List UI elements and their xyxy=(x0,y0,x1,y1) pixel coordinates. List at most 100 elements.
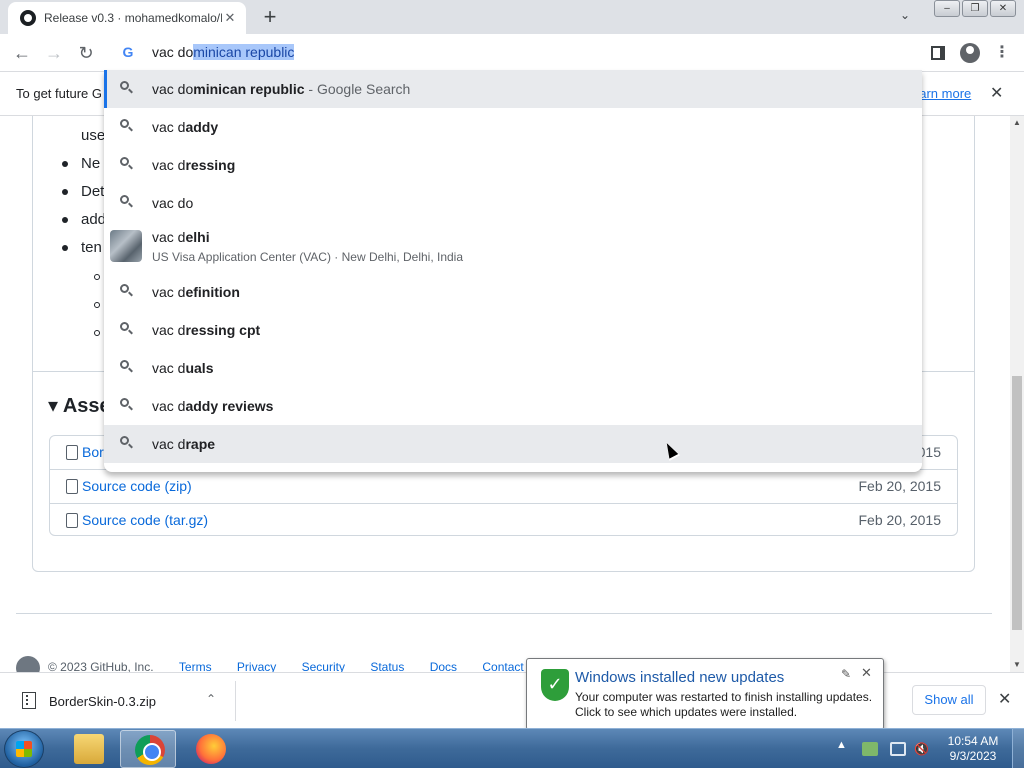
profile-icon xyxy=(960,43,980,63)
side-panel-icon xyxy=(931,46,945,60)
info-bar-close-icon[interactable]: ✕ xyxy=(990,83,1003,103)
asset-row[interactable]: Source code (zip) Feb 20, 2015 xyxy=(50,469,957,503)
suggestion-item[interactable]: vac duals xyxy=(104,349,922,387)
suggestion-item[interactable]: vac dominican republic - Google Search xyxy=(104,70,922,108)
google-g-icon: G xyxy=(122,44,134,60)
close-shelf-icon[interactable]: ✕ xyxy=(998,689,1011,709)
notification-title: Windows installed new updates xyxy=(575,669,785,686)
windows-start-icon[interactable] xyxy=(4,730,44,768)
profile-button[interactable] xyxy=(958,41,982,65)
windows-update-notification[interactable]: ✓ Windows installed new updates Your com… xyxy=(526,658,884,730)
footer-link-docs[interactable]: Docs xyxy=(430,660,457,672)
list-item: add xyxy=(62,211,106,228)
asset-date: Feb 20, 2015 xyxy=(858,512,941,528)
sub-bullet xyxy=(94,295,100,312)
footer-link-security[interactable]: Security xyxy=(302,660,345,672)
suggestion-item[interactable]: vac daddy xyxy=(104,108,922,146)
suggestion-text: vac duals xyxy=(152,360,214,376)
suggestion-text: vac drape xyxy=(152,436,216,452)
bullet xyxy=(62,161,68,168)
volume-muted-icon[interactable]: 🔇 xyxy=(914,742,930,756)
omnibox-typed-text: vac do xyxy=(152,44,194,60)
github-logo-icon xyxy=(16,656,40,672)
taskbar-firefox[interactable] xyxy=(182,730,238,768)
tab-search-button[interactable]: ⌄ xyxy=(896,8,914,26)
asset-row[interactable]: Source code (tar.gz) Feb 20, 2015 xyxy=(50,503,957,537)
search-icon xyxy=(120,436,134,450)
show-desktop-button[interactable] xyxy=(1012,729,1024,768)
tab-release[interactable]: Release v0.3 · mohamedkomalo/BorderSkin … xyxy=(8,2,246,34)
suggestion-item-entity[interactable]: vac delhi US Visa Application Center (VA… xyxy=(104,222,922,273)
suggestion-item[interactable]: vac definition xyxy=(104,273,922,311)
windows-update-tray-icon[interactable] xyxy=(862,742,878,756)
back-icon[interactable]: ← xyxy=(10,41,34,65)
list-item: Det xyxy=(62,183,104,200)
suggestion-item[interactable]: vac dressing xyxy=(104,146,922,184)
window-controls: – ❐ ✕ xyxy=(934,0,1016,17)
network-icon[interactable] xyxy=(890,742,906,756)
vertical-scrollbar[interactable]: ▲ ▼ xyxy=(1010,116,1024,672)
omnibox[interactable]: G vac dominican republic xyxy=(104,34,922,70)
copyright: © 2023 GitHub, Inc. xyxy=(48,660,154,672)
close-window-button[interactable]: ✕ xyxy=(990,0,1016,17)
suggestion-item[interactable]: vac drape xyxy=(104,425,922,463)
minimize-button[interactable]: – xyxy=(934,0,960,17)
side-panel-button[interactable] xyxy=(926,41,950,65)
scroll-up-icon[interactable]: ▲ xyxy=(1010,116,1024,130)
suggestion-text: vac daddy reviews xyxy=(152,398,274,414)
suggestion-description: US Visa Application Center (VAC) · New D… xyxy=(152,250,464,264)
suggestion-text: vac delhi xyxy=(152,229,210,245)
show-all-button[interactable]: Show all xyxy=(912,685,986,715)
tray-expand-icon[interactable]: ▲ xyxy=(836,739,847,751)
sub-bullet xyxy=(94,323,100,340)
zip-file-icon xyxy=(22,692,36,709)
scrollbar-thumb[interactable] xyxy=(1012,376,1022,630)
suggestion-item[interactable]: vac dressing cpt xyxy=(104,311,922,349)
clock-time: 10:54 AM xyxy=(947,734,999,748)
chrome-icon xyxy=(135,735,165,765)
asset-link[interactable]: Source code (zip) xyxy=(82,478,192,494)
taskbar-explorer[interactable] xyxy=(60,730,116,768)
download-file-name: BorderSkin-0.3.zip xyxy=(49,694,156,709)
download-item[interactable]: BorderSkin-0.3.zip ⌃ xyxy=(8,681,236,721)
scroll-down-icon[interactable]: ▼ xyxy=(1010,658,1024,672)
tab-close-button[interactable]: ✕ xyxy=(222,10,238,26)
tab-title: Release v0.3 · mohamedkomalo/BorderSkin xyxy=(44,11,222,25)
list-item-text: Ne xyxy=(81,155,101,172)
bullet xyxy=(62,245,68,252)
zip-file-icon xyxy=(66,479,78,494)
sub-bullet xyxy=(94,267,100,284)
asset-name[interactable]: Bor xyxy=(82,444,104,460)
notification-body: Your computer was restarted to finish in… xyxy=(575,690,873,719)
assets-heading[interactable]: ▾ Asse xyxy=(48,393,111,418)
asset-link[interactable]: Source code (tar.gz) xyxy=(82,512,208,528)
chevron-up-icon[interactable]: ⌃ xyxy=(206,692,216,706)
browser-toolbar: ← → ↻ G vac dominican republic ⋮ xyxy=(0,34,1024,72)
github-icon xyxy=(20,10,36,26)
search-icon xyxy=(120,284,134,298)
clock-date: 9/3/2023 xyxy=(949,749,997,763)
new-tab-button[interactable]: + xyxy=(258,6,282,30)
suggestion-item[interactable]: vac daddy reviews xyxy=(104,387,922,425)
suggestion-item[interactable]: vac do xyxy=(104,184,922,222)
shield-check-icon: ✓ xyxy=(541,669,569,701)
search-icon xyxy=(120,81,134,95)
suggestion-text: vac dominican republic - Google Search xyxy=(152,81,411,97)
system-clock[interactable]: 10:54 AM 9/3/2023 xyxy=(940,734,1006,764)
pin-icon[interactable]: ✎ xyxy=(841,667,851,681)
maximize-button[interactable]: ❐ xyxy=(962,0,988,17)
footer-link-terms[interactable]: Terms xyxy=(179,660,212,672)
suggestion-text: vac dressing xyxy=(152,157,236,173)
asset-date: Feb 20, 2015 xyxy=(858,478,941,494)
search-icon xyxy=(120,360,134,374)
forward-icon[interactable]: → xyxy=(42,41,66,65)
taskbar-chrome[interactable] xyxy=(120,730,176,768)
omnibox-input[interactable]: vac dominican republic xyxy=(152,44,295,60)
search-icon xyxy=(120,322,134,336)
reload-icon[interactable]: ↻ xyxy=(74,41,98,65)
menu-icon[interactable]: ⋮ xyxy=(990,41,1014,65)
tab-strip: Release v0.3 · mohamedkomalo/BorderSkin … xyxy=(0,0,1024,34)
footer-link-privacy[interactable]: Privacy xyxy=(237,660,276,672)
notification-close-icon[interactable]: ✕ xyxy=(861,665,872,681)
footer-link-status[interactable]: Status xyxy=(370,660,404,672)
